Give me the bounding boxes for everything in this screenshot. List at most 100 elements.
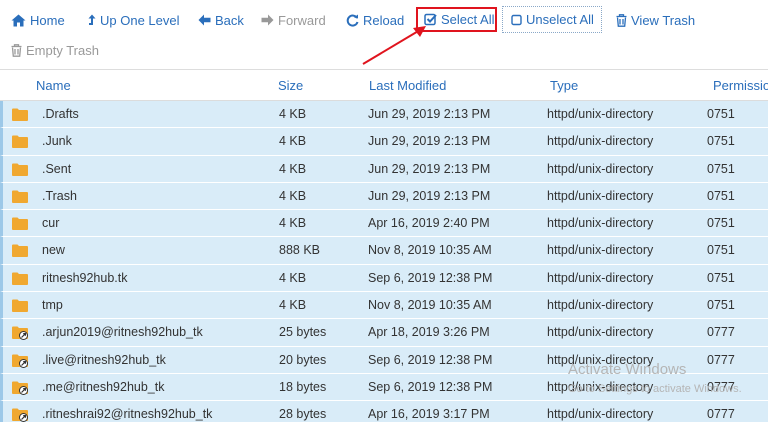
table-row[interactable]: .Trash 4 KB Jun 29, 2019 2:13 PM httpd/unix… <box>0 182 768 211</box>
file-type: httpd/unix-directory <box>547 379 654 394</box>
table-body: .Drafts 4 KB Jun 29, 2019 2:13 PM httpd/uni… <box>0 101 768 422</box>
checkbox-checked-icon <box>424 13 437 26</box>
level-up-icon <box>88 14 96 27</box>
folder-link-icon <box>11 353 29 368</box>
unselect-all-button[interactable]: Unselect All <box>502 6 602 33</box>
reload-label: Reload <box>363 12 405 28</box>
arrow-right-icon <box>261 14 274 26</box>
file-permissions: 0751 <box>707 107 735 121</box>
file-name[interactable]: .ritneshrai92@ritnesh92hub_tk <box>42 407 212 421</box>
file-last-modified: Apr 16, 2019 3:17 PM <box>368 407 490 422</box>
arrow-left-icon <box>198 14 211 26</box>
file-name[interactable]: tmp <box>42 298 63 312</box>
table-row[interactable]: .Drafts 4 KB Jun 29, 2019 2:13 PM httpd/uni… <box>0 101 768 129</box>
file-size: 4 KB <box>279 161 307 176</box>
file-name[interactable]: .live@ritnesh92hub_tk <box>42 353 166 367</box>
file-last-modified: Sep 6, 2019 12:38 PM <box>368 352 493 367</box>
table-row[interactable]: .arjun2019@ritnesh92hub_tk 25 bytes Apr 18… <box>0 319 768 347</box>
file-type: httpd/unix-directory <box>547 243 654 258</box>
file-name[interactable]: .Trash <box>42 189 77 203</box>
file-type: httpd/unix-directory <box>547 134 654 149</box>
file-name[interactable]: .Junk <box>42 134 72 148</box>
reload-button[interactable]: Reload <box>346 9 404 31</box>
file-permissions: 0751 <box>707 243 735 258</box>
table-row[interactable]: .ritneshrai92@ritnesh92hub_tk 28 bytes Apr… <box>0 401 768 422</box>
table-row[interactable]: cur 4 KB Apr 16, 2019 2:40 PM httpd/unix-di… <box>0 210 768 238</box>
file-name[interactable]: .arjun2019@ritnesh92hub_tk <box>42 325 203 339</box>
file-size: 4 KB <box>279 107 307 121</box>
column-header-last-modified[interactable]: Last Modified <box>369 78 446 93</box>
checkbox-empty-icon <box>511 14 522 26</box>
table-row[interactable]: tmp 4 KB Nov 8, 2019 10:35 AM httpd/unix-di… <box>0 292 768 320</box>
file-type: httpd/unix-directory <box>547 161 654 176</box>
folder-icon <box>11 162 29 177</box>
table-row[interactable]: .Sent 4 KB Jun 29, 2019 2:13 PM httpd/unix-… <box>0 155 768 183</box>
file-permissions: 0751 <box>707 188 735 203</box>
file-name[interactable]: ritnesh92hub.tk <box>42 271 127 285</box>
table-row[interactable]: .Junk 4 KB Jun 29, 2019 2:13 PM httpd/unix-… <box>0 128 768 156</box>
up-one-level-button[interactable]: Up One Level <box>88 9 180 31</box>
file-size: 18 bytes <box>279 379 327 394</box>
forward-button[interactable]: Forward <box>261 9 326 31</box>
file-type: httpd/unix-directory <box>547 325 654 340</box>
file-last-modified: Sep 6, 2019 12:38 PM <box>368 270 493 285</box>
file-last-modified: Nov 8, 2019 10:35 AM <box>368 298 492 313</box>
trash-icon <box>11 43 22 57</box>
empty-trash-label: Empty Trash <box>26 42 99 58</box>
file-permissions: 0751 <box>707 216 735 231</box>
file-last-modified: Jun 29, 2019 2:13 PM <box>368 188 491 203</box>
view-trash-label: View Trash <box>631 12 696 28</box>
file-type: httpd/unix-directory <box>547 298 654 313</box>
file-last-modified: Jun 29, 2019 2:13 PM <box>368 107 491 121</box>
file-name[interactable]: cur <box>42 216 59 230</box>
home-icon <box>11 14 26 27</box>
file-size: 4 KB <box>279 270 307 285</box>
file-permissions: 0751 <box>707 298 735 313</box>
file-permissions: 0777 <box>707 407 735 422</box>
file-last-modified: Jun 29, 2019 2:13 PM <box>368 134 491 149</box>
file-type: httpd/unix-directory <box>547 352 654 367</box>
file-permissions: 0777 <box>707 352 735 367</box>
column-header-type[interactable]: Type <box>550 78 578 93</box>
table-row[interactable]: new 888 KB Nov 8, 2019 10:35 AM httpd/unix-… <box>0 237 768 265</box>
column-header-size[interactable]: Size <box>278 78 303 93</box>
back-label: Back <box>215 12 244 28</box>
file-type: httpd/unix-directory <box>547 270 654 285</box>
file-name[interactable]: .me@ritnesh92hub_tk <box>42 380 164 394</box>
up-one-level-label: Up One Level <box>100 12 180 28</box>
home-button[interactable]: Home <box>11 9 65 31</box>
file-list-table: Name Size Last Modified Type Permissio .… <box>0 69 768 422</box>
file-permissions: 0777 <box>707 379 735 394</box>
file-size: 28 bytes <box>279 407 327 422</box>
file-size: 20 bytes <box>279 352 327 367</box>
select-all-button[interactable]: Select All <box>416 7 497 32</box>
view-trash-button[interactable]: View Trash <box>616 9 695 31</box>
empty-trash-button[interactable]: Empty Trash <box>11 39 99 61</box>
file-last-modified: Apr 18, 2019 3:26 PM <box>368 325 490 340</box>
file-name[interactable]: new <box>42 243 65 257</box>
column-header-name[interactable]: Name <box>36 78 71 93</box>
table-header: Name Size Last Modified Type Permissio <box>0 70 768 101</box>
table-row[interactable]: .me@ritnesh92hub_tk 18 bytes Sep 6, 2019 1… <box>0 373 768 402</box>
folder-icon <box>11 134 29 149</box>
back-button[interactable]: Back <box>198 9 244 31</box>
file-name[interactable]: .Sent <box>42 162 71 176</box>
folder-icon <box>11 271 29 286</box>
file-type: httpd/unix-directory <box>547 216 654 231</box>
file-permissions: 0751 <box>707 270 735 285</box>
file-size: 888 KB <box>279 243 321 258</box>
folder-icon <box>11 216 29 231</box>
table-row[interactable]: ritnesh92hub.tk 4 KB Sep 6, 2019 12:38 PM h… <box>0 264 768 293</box>
file-name[interactable]: .Drafts <box>42 107 79 121</box>
file-size: 4 KB <box>279 188 307 203</box>
file-size: 4 KB <box>279 134 307 149</box>
column-header-permissions[interactable]: Permissio <box>713 78 768 93</box>
table-row[interactable]: .live@ritnesh92hub_tk 20 bytes Sep 6, 2019… <box>0 346 768 374</box>
trash-icon <box>616 13 627 27</box>
file-permissions: 0751 <box>707 134 735 149</box>
file-type: httpd/unix-directory <box>547 107 654 121</box>
home-label: Home <box>30 12 65 28</box>
folder-link-icon <box>11 407 29 422</box>
file-permissions: 0751 <box>707 161 735 176</box>
file-manager-toolbar: Home Up One Level Back Forward Reload Se… <box>0 0 768 68</box>
